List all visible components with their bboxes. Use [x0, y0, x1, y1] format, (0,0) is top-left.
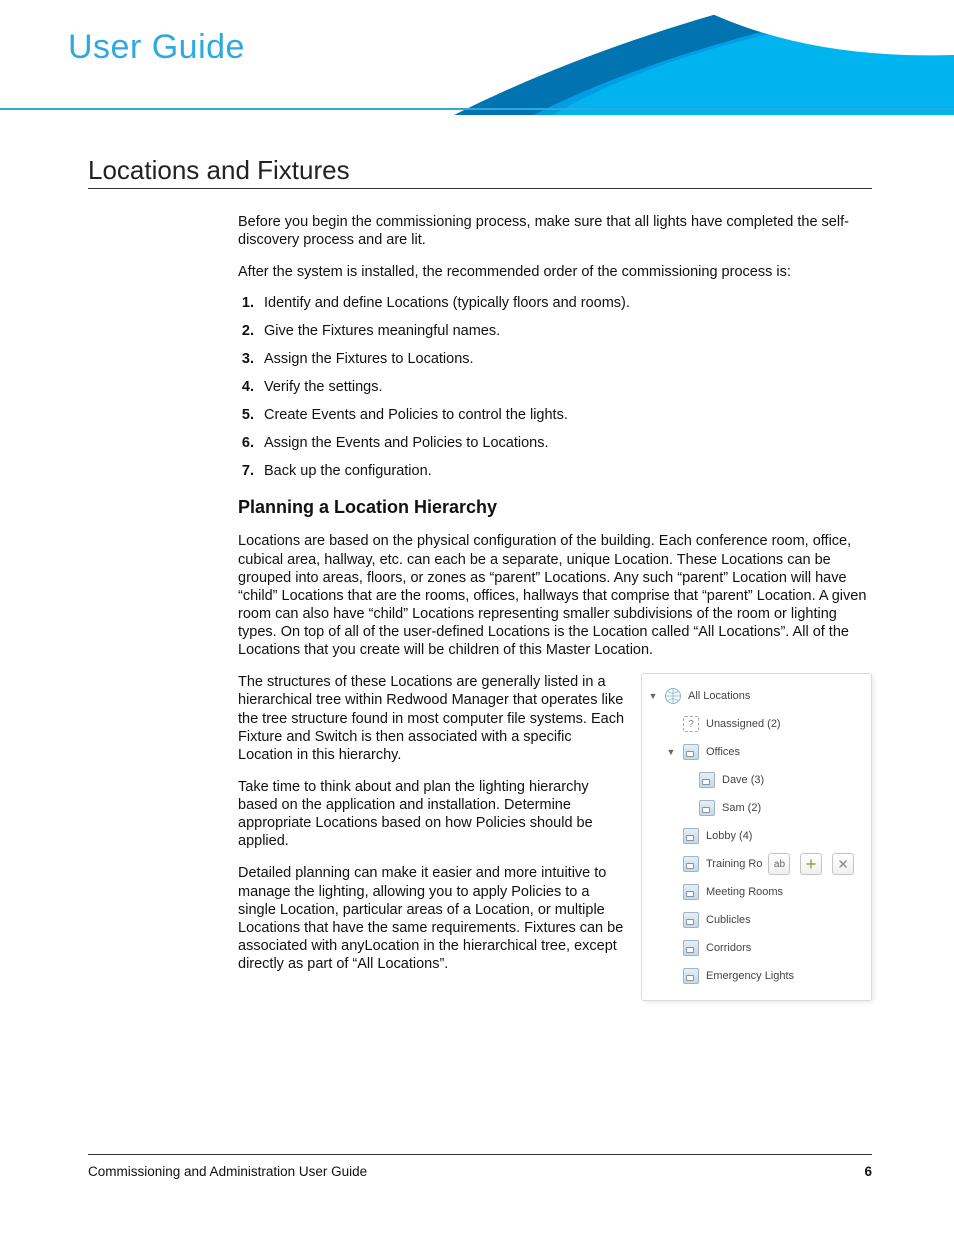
hierarchy-paragraph-2: The structures of these Locations are ge…: [238, 673, 627, 764]
expand-arrow-icon[interactable]: ▼: [666, 747, 676, 757]
step-item: Verify the settings.: [258, 379, 872, 395]
plus-icon: [806, 859, 816, 869]
location-tree-panel: ▼ All Locations ▼ ? Unassigned (2) ▼ Off…: [641, 673, 872, 1001]
tree-row-training-selected[interactable]: ▼ Training Ro ab: [648, 850, 865, 878]
tree-label: Dave (3): [722, 774, 764, 786]
add-button[interactable]: [800, 853, 822, 875]
tree-label: Sam (2): [722, 802, 761, 814]
tree-row-offices[interactable]: ▼ Offices: [648, 738, 865, 766]
step-item: Back up the configuration.: [258, 463, 872, 479]
tree-row-all-locations[interactable]: ▼ All Locations: [648, 682, 865, 710]
tree-label: Training Ro: [706, 858, 762, 870]
location-icon: [682, 883, 700, 901]
tree-row-unassigned[interactable]: ▼ ? Unassigned (2): [648, 710, 865, 738]
header-swoosh-graphic: [454, 0, 954, 115]
hierarchy-paragraph-4: Detailed planning can make it easier and…: [238, 864, 627, 973]
swoosh-svg: [454, 0, 954, 115]
location-icon: [682, 967, 700, 985]
footer-rule: [88, 1154, 872, 1155]
tree-row-dave[interactable]: ▼ Dave (3): [648, 766, 865, 794]
tree-label: Lobby (4): [706, 830, 752, 842]
section-title: Locations and Fixtures: [88, 155, 872, 189]
expand-arrow-icon[interactable]: ▼: [648, 691, 658, 701]
delete-button[interactable]: [832, 853, 854, 875]
location-icon: [682, 939, 700, 957]
tree-label: Corridors: [706, 942, 751, 954]
step-item: Assign the Events and Policies to Locati…: [258, 435, 872, 451]
tree-row-cubicles[interactable]: ▼ Cublicles: [648, 906, 865, 934]
location-icon: [682, 855, 700, 873]
footer-doc-title: Commissioning and Administration User Gu…: [88, 1164, 367, 1179]
globe-icon: [664, 687, 682, 705]
rename-button[interactable]: ab: [768, 853, 790, 875]
page-footer: Commissioning and Administration User Gu…: [88, 1164, 872, 1179]
step-item: Assign the Fixtures to Locations.: [258, 351, 872, 367]
tree-row-sam[interactable]: ▼ Sam (2): [648, 794, 865, 822]
commissioning-steps-list: Identify and define Locations (typically…: [238, 295, 872, 479]
hierarchy-paragraph-3: Take time to think about and plan the li…: [238, 778, 627, 851]
tree-label: All Locations: [688, 690, 750, 702]
step-item: Give the Fixtures meaningful names.: [258, 323, 872, 339]
location-icon: [682, 827, 700, 845]
tree-label: Unassigned (2): [706, 718, 781, 730]
tree-label: Emergency Lights: [706, 970, 794, 982]
location-icon: [698, 799, 716, 817]
page-number: 6: [864, 1164, 872, 1179]
location-icon: [682, 911, 700, 929]
step-item: Identify and define Locations (typically…: [258, 295, 872, 311]
intro-paragraph-2: After the system is installed, the recom…: [238, 263, 872, 281]
tree-row-corridors[interactable]: ▼ Corridors: [648, 934, 865, 962]
header-rule: [0, 108, 954, 110]
hierarchy-paragraph-1: Locations are based on the physical conf…: [238, 532, 872, 659]
unknown-icon: ?: [682, 715, 700, 733]
header-title: User Guide: [68, 28, 245, 67]
tree-label: Offices: [706, 746, 740, 758]
tree-row-meeting-rooms[interactable]: ▼ Meeting Rooms: [648, 878, 865, 906]
location-icon: [682, 743, 700, 761]
main-content: Locations and Fixtures Before you begin …: [88, 155, 872, 1001]
tree-label: Cublicles: [706, 914, 751, 926]
tree-row-emergency-lights[interactable]: ▼ Emergency Lights: [648, 962, 865, 990]
tree-row-lobby[interactable]: ▼ Lobby (4): [648, 822, 865, 850]
location-icon: [698, 771, 716, 789]
step-item: Create Events and Policies to control th…: [258, 407, 872, 423]
subsection-heading: Planning a Location Hierarchy: [238, 497, 872, 518]
intro-paragraph-1: Before you begin the commissioning proce…: [238, 213, 872, 249]
tree-label: Meeting Rooms: [706, 886, 783, 898]
x-icon: [838, 859, 848, 869]
